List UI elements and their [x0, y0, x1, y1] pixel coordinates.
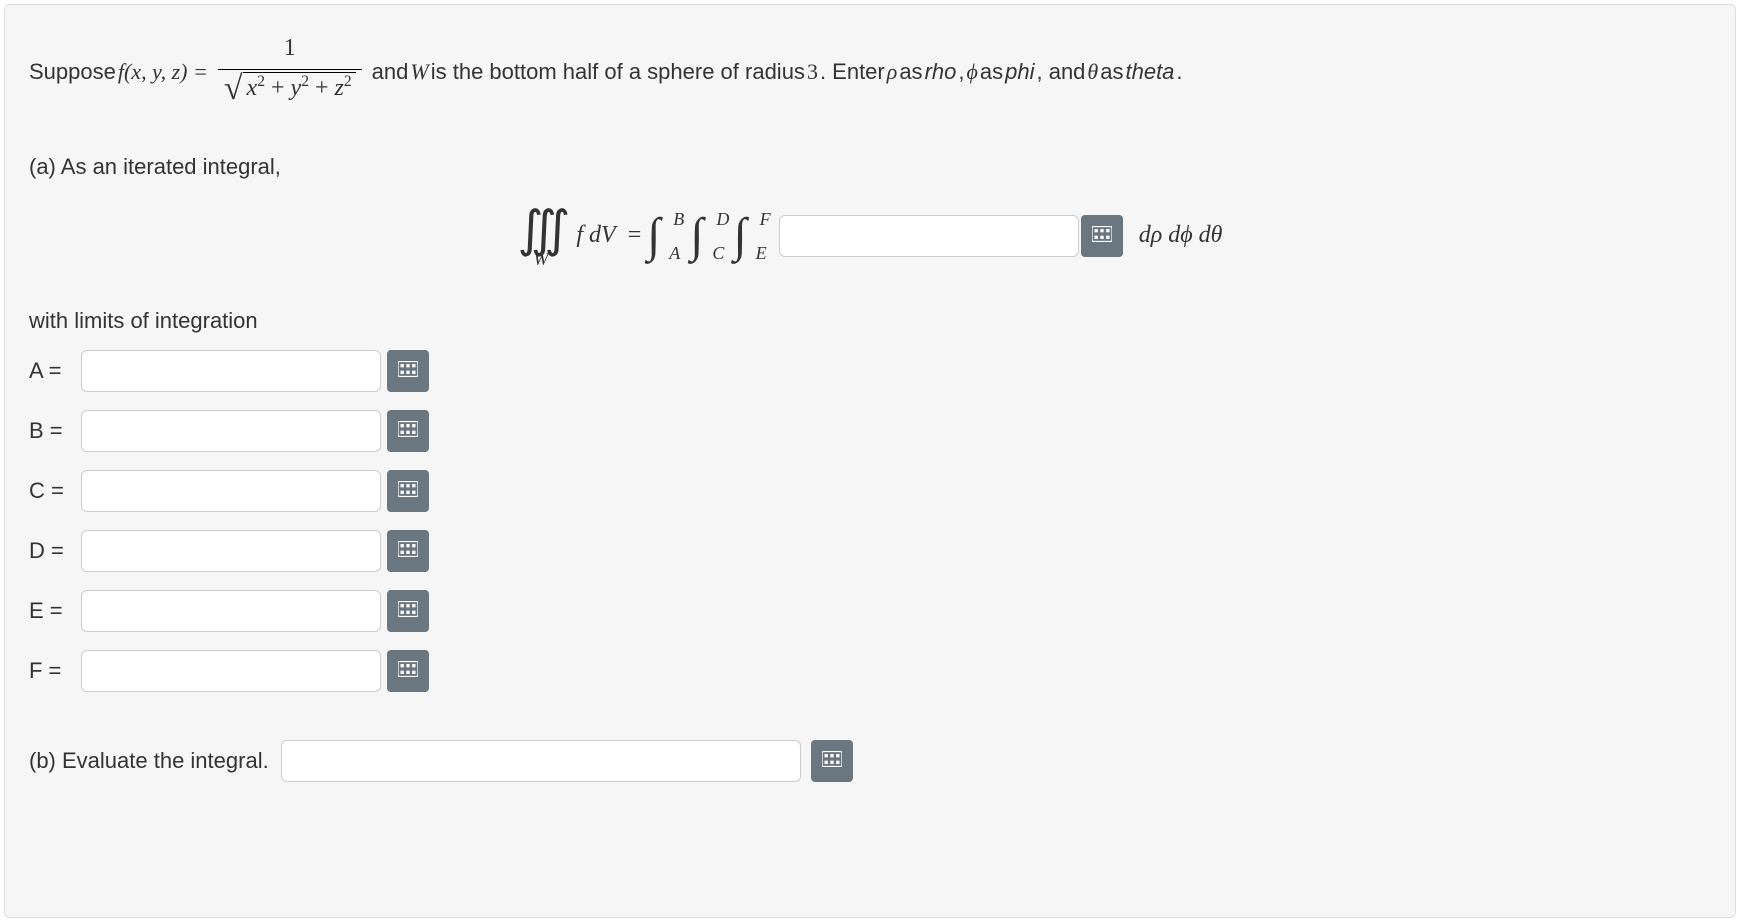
- prompt-mid: and: [372, 54, 409, 89]
- keypad-icon: [398, 361, 418, 380]
- limit-input-c[interactable]: [81, 470, 381, 512]
- keypad-icon: [398, 661, 418, 680]
- keypad-button-evaluate[interactable]: [811, 740, 853, 782]
- keypad-button-f[interactable]: [387, 650, 429, 692]
- fraction: 1 √ x2 + y2 + z2: [218, 29, 362, 114]
- limit-input-d[interactable]: [81, 530, 381, 572]
- prompt-lead: Suppose: [29, 54, 116, 89]
- prompt-after-w: is the bottom half of a sphere of radius: [431, 54, 805, 89]
- limit-label-e: E =: [29, 598, 73, 632]
- limit-row-d: D =: [29, 530, 1711, 572]
- keypad-icon: [398, 421, 418, 440]
- limit-label-a: A =: [29, 358, 73, 392]
- limit-row-c: C =: [29, 470, 1711, 512]
- limit-input-f[interactable]: [81, 650, 381, 692]
- limit-row-a: A =: [29, 350, 1711, 392]
- differentials: dρ dϕ dθ: [1139, 222, 1223, 249]
- keypad-button-b[interactable]: [387, 410, 429, 452]
- integrand-input[interactable]: [779, 215, 1079, 257]
- keypad-button-e[interactable]: [387, 590, 429, 632]
- keypad-icon: [398, 601, 418, 620]
- part-a-label: (a) As an iterated integral,: [29, 154, 1711, 180]
- limits-caption: with limits of integration: [29, 308, 1711, 334]
- outer-integral-icon: ∫BA: [647, 212, 660, 260]
- rho-symbol: ρ: [887, 54, 898, 89]
- region-w: W: [410, 54, 428, 89]
- keypad-icon: [822, 751, 842, 770]
- rho-text: rho: [925, 54, 957, 89]
- keypad-icon: [1092, 226, 1112, 245]
- iterated-integral-row: ∭ W f dV = ∫BA ∫DC ∫FE dρ dϕ dθ: [29, 204, 1711, 268]
- phi-text: phi: [1005, 54, 1034, 89]
- triple-integral-icon: ∭ W: [518, 204, 565, 268]
- limit-row-f: F =: [29, 650, 1711, 692]
- equals-sign: =: [628, 222, 642, 249]
- fraction-numerator: 1: [278, 29, 302, 69]
- f-dv: f dV: [576, 222, 615, 249]
- limit-input-a[interactable]: [81, 350, 381, 392]
- limits-section: with limits of integration A = B = C = D…: [29, 308, 1711, 692]
- sqrt: √ x2 + y2 + z2: [224, 72, 356, 103]
- fraction-denominator: √ x2 + y2 + z2: [218, 69, 362, 113]
- prompt-enter: . Enter: [820, 54, 885, 89]
- part-b-row: (b) Evaluate the integral.: [29, 740, 1711, 782]
- radius-value: 3: [807, 54, 818, 89]
- limit-label-c: C =: [29, 478, 73, 512]
- radicand: x2 + y2 + z2: [243, 72, 356, 103]
- keypad-button-d[interactable]: [387, 530, 429, 572]
- limit-label-b: B =: [29, 418, 73, 452]
- problem-panel: Suppose f(x, y, z) = 1 √ x2 + y2 + z2 an…: [4, 4, 1736, 918]
- limit-input-e[interactable]: [81, 590, 381, 632]
- limit-label-d: D =: [29, 538, 73, 572]
- theta-symbol: θ: [1087, 54, 1098, 89]
- middle-integral-icon: ∫DC: [690, 212, 703, 260]
- prompt-text: Suppose f(x, y, z) = 1 √ x2 + y2 + z2 an…: [29, 29, 1711, 114]
- radical-icon: √: [224, 77, 243, 101]
- keypad-icon: [398, 481, 418, 500]
- part-b-label: (b) Evaluate the integral.: [29, 748, 269, 782]
- keypad-icon: [398, 541, 418, 560]
- phi-symbol: ϕ: [966, 54, 977, 89]
- limit-input-b[interactable]: [81, 410, 381, 452]
- theta-text: theta: [1125, 54, 1174, 89]
- keypad-button-integrand[interactable]: [1081, 215, 1123, 257]
- keypad-button-c[interactable]: [387, 470, 429, 512]
- limit-row-e: E =: [29, 590, 1711, 632]
- inner-integral-icon: ∫FE: [734, 212, 747, 260]
- limit-label-f: F =: [29, 658, 73, 692]
- f-lhs: f(x, y, z) =: [118, 54, 208, 89]
- limit-row-b: B =: [29, 410, 1711, 452]
- keypad-button-a[interactable]: [387, 350, 429, 392]
- evaluate-input[interactable]: [281, 740, 801, 782]
